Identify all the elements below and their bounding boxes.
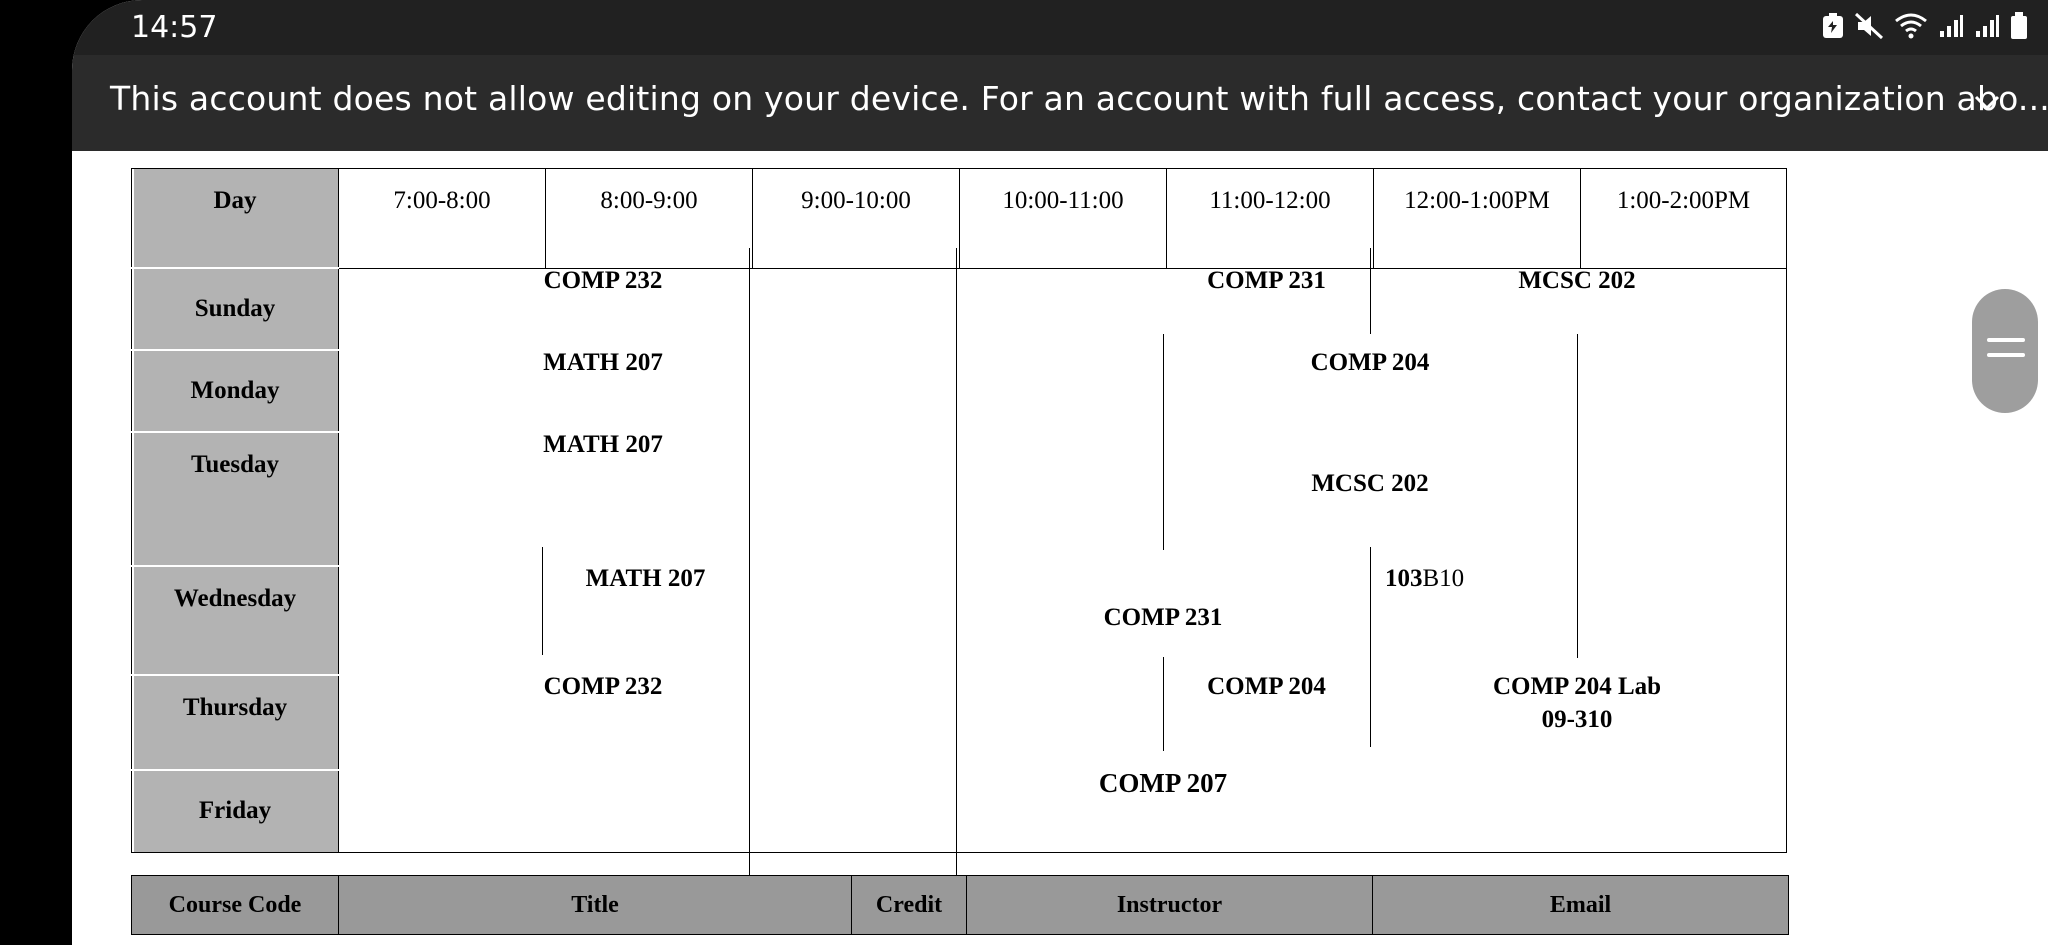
- battery-icon: [2011, 12, 2027, 39]
- course-entry: MATH 207: [543, 431, 663, 458]
- time-slot-header: 9:00-10:00: [752, 168, 960, 269]
- screen: 14:57 This account does not allow editin…: [72, 0, 2048, 945]
- grid-line: [1577, 334, 1578, 658]
- course-entry: COMP 231: [1207, 267, 1326, 294]
- banner-message: This account does not allow editing on y…: [110, 79, 2048, 118]
- time-slot-header: 7:00-8:00: [338, 168, 546, 269]
- status-icons: [1822, 12, 2028, 40]
- course-entry: COMP 232: [543, 267, 663, 294]
- time-slot-header: 10:00-11:00: [959, 168, 1167, 269]
- courses-header-row: Course Code Title Credit Instructor Emai…: [131, 875, 1789, 935]
- room-number: 103: [1385, 565, 1423, 592]
- course-entry: COMP 204: [1207, 673, 1326, 700]
- course-entry: COMP 204: [1310, 349, 1430, 376]
- course-entry: MCSC 202: [1311, 470, 1429, 497]
- column-header: Course Code: [131, 875, 339, 935]
- time-slot-header: 8:00-9:00: [545, 168, 753, 269]
- schedule-row: Tuesday: [131, 431, 1787, 567]
- day-label-sunday: Sunday: [131, 267, 339, 351]
- time-slot-header: 11:00-12:00: [1166, 168, 1374, 269]
- scroll-handle[interactable]: [1972, 289, 2038, 413]
- grid-line: [542, 547, 543, 655]
- course-entry: COMP 231: [1103, 604, 1223, 631]
- column-header: Email: [1372, 875, 1789, 935]
- course-entry: COMP 204 Lab: [1492, 673, 1662, 700]
- time-slot-header: 12:00-1:00PM: [1373, 168, 1581, 269]
- document-view: Day 7:00-8:00 8:00-9:00 9:00-10:00 10:00…: [72, 151, 2048, 945]
- grid-line: [1163, 657, 1164, 751]
- course-entry: MATH 207: [585, 565, 706, 592]
- day-label-monday: Monday: [131, 349, 339, 433]
- column-header: Instructor: [966, 875, 1373, 935]
- course-entry: MCSC 202: [1518, 267, 1636, 294]
- day-label-thursday: Thursday: [131, 674, 339, 771]
- handle-grip-line: [1987, 353, 2025, 357]
- day-label-tuesday: Tuesday: [131, 431, 339, 567]
- status-bar: 14:57: [72, 0, 2048, 55]
- handle-grip-line: [1987, 338, 2025, 342]
- column-header: Credit: [851, 875, 967, 935]
- room-suffix: B10: [1422, 565, 1465, 592]
- room-label: 103B10: [1385, 565, 1505, 593]
- courses-table: Course Code Title Credit Instructor Emai…: [131, 875, 1789, 935]
- signal-icon: [1940, 15, 1963, 37]
- read-only-banner: This account does not allow editing on y…: [72, 55, 2048, 151]
- grid-line: [749, 248, 750, 906]
- day-label-friday: Friday: [131, 769, 339, 853]
- signal-icon: [1976, 15, 1999, 37]
- wifi-icon: [1895, 13, 1927, 39]
- column-header: Title: [338, 875, 852, 935]
- day-header: Day: [131, 168, 339, 269]
- grid-line: [956, 248, 957, 906]
- mute-icon: [1854, 12, 1884, 40]
- status-time: 14:57: [131, 10, 218, 45]
- course-entry: COMP 232: [543, 673, 663, 700]
- battery-saver-icon: [1823, 13, 1843, 38]
- day-label-wednesday: Wednesday: [131, 565, 339, 676]
- time-slot-header: 1:00-2:00PM: [1580, 168, 1787, 269]
- course-entry: MATH 207: [543, 349, 663, 376]
- schedule-header-row: Day 7:00-8:00 8:00-9:00 9:00-10:00 10:00…: [131, 168, 1787, 269]
- course-entry: COMP 207: [1098, 768, 1228, 798]
- chevron-down-icon[interactable]: [1970, 85, 2004, 119]
- course-entry: 09-310: [1541, 706, 1613, 733]
